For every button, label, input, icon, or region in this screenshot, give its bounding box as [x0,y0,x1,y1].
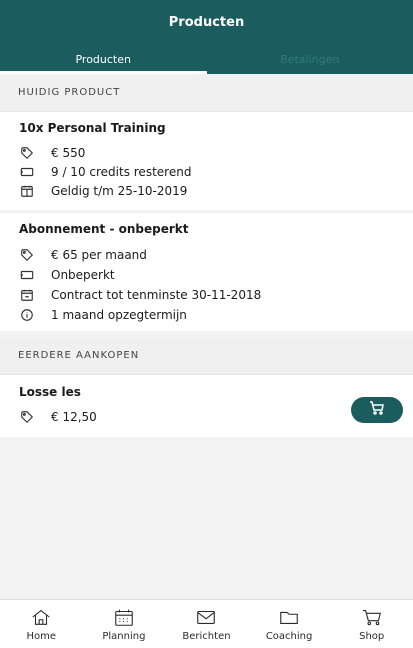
section-previous-header: EERDERE AANKOPEN [0,338,413,375]
app-root: Producten Producten Betalingen HUIDIG PR… [0,0,413,647]
section-previous-label: EERDERE AANKOPEN [0,350,139,361]
bottom-nav: Home Planning Berichten Coaching Shop [0,599,413,648]
section-current-header: HUIDIG PRODUCT [0,75,413,112]
nav-item-planning[interactable]: Planning [83,600,166,648]
product-title: 10x Personal Training [19,121,166,135]
nav-item-shop[interactable]: Shop [330,600,413,648]
tag-icon [19,145,35,161]
credits-row: 9 / 10 credits resterend [19,163,191,181]
credits-text: 9 / 10 credits resterend [51,165,191,179]
contract-row: Contract tot tenminste 30-11-2018 [19,286,261,304]
tag-icon [19,409,35,425]
envelope-icon [195,607,217,627]
product-card-personal-training[interactable]: 10x Personal Training € 550 9 / 10 credi… [0,112,413,210]
ticket-icon [19,267,35,283]
contract-text: Contract tot tenminste 30-11-2018 [51,288,261,302]
unlimited-text: Onbeperkt [51,268,115,282]
nav-label-planning: Planning [102,631,145,642]
product-card-abonnement[interactable]: Abonnement - onbeperkt € 65 per maand On… [0,212,413,331]
price-row: € 65 per maand [19,246,147,264]
nav-item-coaching[interactable]: Coaching [248,600,331,648]
nav-item-home[interactable]: Home [0,600,83,648]
shop-cart-icon [361,607,383,627]
ticket-icon [19,164,35,180]
cart-icon [369,400,385,420]
price-row: € 550 [19,144,85,162]
notice-text: 1 maand opzegtermijn [51,308,187,322]
nav-label-shop: Shop [359,631,384,642]
price-text: € 550 [51,146,85,160]
product-title: Abonnement - onbeperkt [19,222,188,236]
nav-label-coaching: Coaching [266,631,313,642]
validity-row: Geldig t/m 25-10-2019 [19,182,187,200]
nav-item-berichten[interactable]: Berichten [165,600,248,648]
notice-row: 1 maand opzegtermijn [19,306,187,324]
add-to-cart-button[interactable] [351,397,403,423]
section-current-label: HUIDIG PRODUCT [0,87,120,98]
price-text: € 65 per maand [51,248,147,262]
nav-label-berichten: Berichten [182,631,230,642]
previous-price-text: € 12,50 [51,410,97,424]
validity-text: Geldig t/m 25-10-2019 [51,184,187,198]
info-icon [19,307,35,323]
tab-bar: Producten Betalingen [0,46,413,74]
tab-betalingen[interactable]: Betalingen [207,46,413,74]
contract-calendar-icon [19,287,35,303]
tab-producten[interactable]: Producten [0,46,207,74]
previous-title: Losse les [19,385,81,399]
page-title: Producten [0,0,413,46]
calendar-icon [19,183,35,199]
unlimited-row: Onbeperkt [19,266,115,284]
price-row: € 12,50 [19,408,97,426]
planning-calendar-icon [113,607,135,627]
nav-label-home: Home [27,631,57,642]
folder-icon [278,607,300,627]
tag-icon [19,247,35,263]
home-icon [30,607,52,627]
